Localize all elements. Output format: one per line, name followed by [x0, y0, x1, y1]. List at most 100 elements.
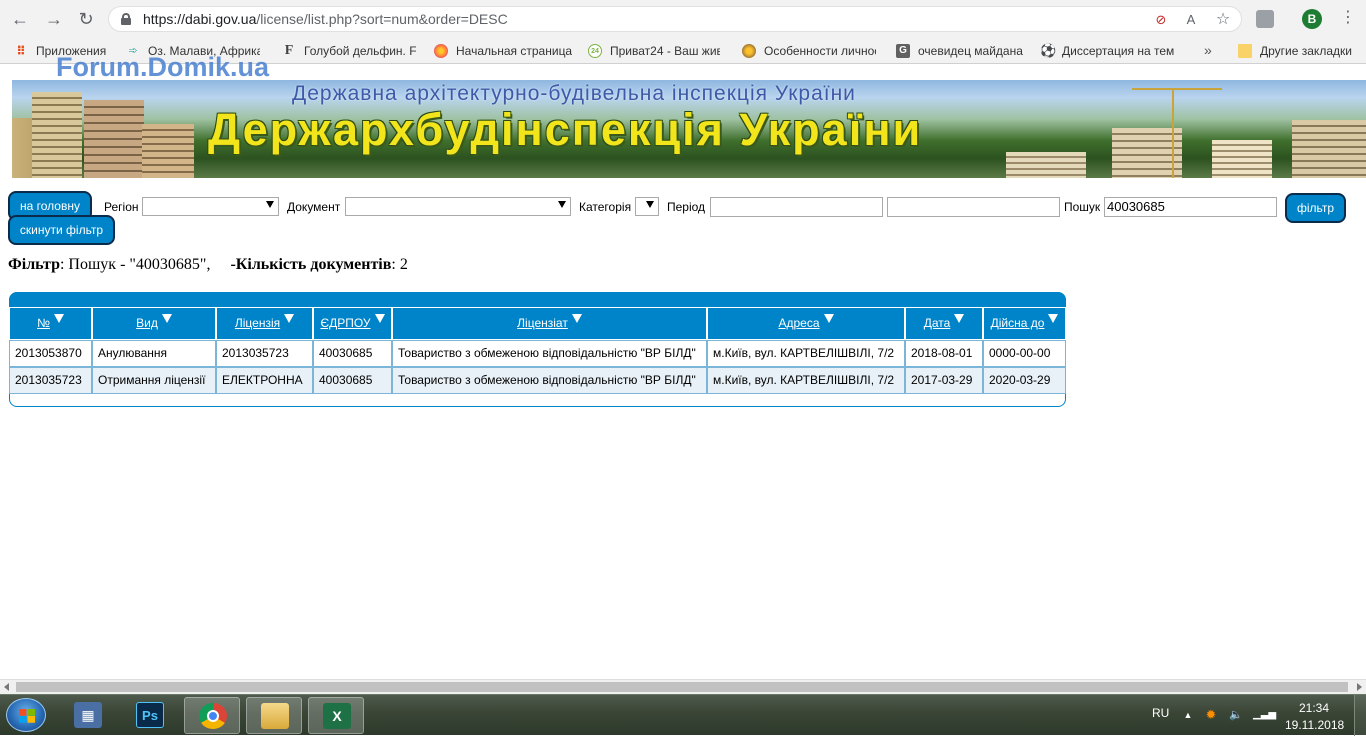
show-hidden-icons-icon[interactable]: ▲: [1181, 709, 1195, 721]
scroll-left-icon[interactable]: [4, 683, 9, 691]
table-cell: 40030685: [313, 367, 392, 394]
soccer-ball-icon: ⚽: [1040, 43, 1057, 58]
taskbar-app-excel[interactable]: X: [308, 697, 364, 734]
lock-icon[interactable]: [121, 13, 131, 25]
chrome-icon: [199, 703, 227, 729]
chevron-down-icon: [266, 201, 274, 208]
clock-time[interactable]: 21:34: [1299, 701, 1329, 715]
table-cell: ЕЛЕКТРОННА: [216, 367, 313, 394]
other-bookmarks[interactable]: Другие закладки: [1238, 43, 1352, 59]
sort-arrow-icon[interactable]: [53, 314, 64, 323]
g-letter-icon: G: [896, 44, 910, 58]
table-cell: 2017-03-29: [905, 367, 983, 394]
column-header-link[interactable]: Адреса: [778, 316, 819, 330]
calculator-icon: ▦: [74, 702, 102, 728]
taskbar-app-chrome[interactable]: [184, 697, 240, 734]
language-indicator[interactable]: RU: [1152, 706, 1169, 720]
column-header-link[interactable]: ЄДРПОУ: [320, 316, 370, 330]
banner-title: Держархбудінспекція України: [208, 104, 923, 155]
bookmark-label: Начальная страница: [456, 44, 573, 58]
extension-icon[interactable]: [1256, 10, 1274, 28]
scrollbar-thumb[interactable]: [16, 682, 1348, 692]
url-text[interactable]: https://dabi.gov.ua/license/list.php?sor…: [143, 11, 508, 27]
column-header-link[interactable]: Дата: [924, 316, 951, 330]
profile-avatar[interactable]: B: [1302, 9, 1322, 29]
translate-icon[interactable]: A: [1183, 12, 1199, 28]
sort-arrow-icon[interactable]: [823, 314, 834, 323]
column-header-link[interactable]: Ліцензіат: [517, 316, 568, 330]
column-header[interactable]: Вид: [92, 307, 216, 340]
bookmark-item[interactable]: 24 Приват24 - Ваш жив: [588, 43, 720, 59]
column-header[interactable]: Дата: [905, 307, 983, 340]
document-select[interactable]: [345, 197, 571, 216]
address-bar[interactable]: https://dabi.gov.ua/license/list.php?sor…: [108, 6, 1242, 32]
clock-date[interactable]: 19.11.2018: [1285, 718, 1344, 732]
region-select[interactable]: [142, 197, 279, 216]
column-header-link[interactable]: №: [37, 316, 50, 330]
table-cell: Товариство з обмеженою відповідальністю …: [392, 340, 707, 367]
bookmark-star-icon[interactable]: ☆: [1215, 12, 1231, 28]
bookmarks-overflow-icon[interactable]: »: [1204, 42, 1212, 58]
column-header-link[interactable]: Вид: [136, 316, 158, 330]
excel-icon: X: [323, 703, 351, 729]
horizontal-scrollbar[interactable]: [0, 679, 1366, 694]
search-input[interactable]: 40030685: [1104, 197, 1277, 217]
table-cell: Отримання ліцензії: [92, 367, 216, 394]
browser-menu-icon[interactable]: ⋮: [1340, 8, 1356, 28]
category-label: Категорія: [579, 200, 632, 214]
bookmark-item[interactable]: Особенности личнос: [742, 43, 876, 59]
column-header-link[interactable]: Дійсна до: [991, 316, 1045, 330]
start-button[interactable]: [6, 698, 46, 732]
banner-subtitle: Державна архітектурно-будівельна інспекц…: [292, 82, 856, 105]
sort-arrow-icon[interactable]: [954, 314, 965, 323]
bookmark-item[interactable]: Начальная страница: [434, 43, 572, 59]
table-cell: 40030685: [313, 340, 392, 367]
taskbar-app-explorer[interactable]: [246, 697, 302, 734]
column-header[interactable]: Дійсна до: [983, 307, 1066, 340]
firefox-icon: [434, 44, 448, 58]
table-cell: м.Київ, вул. КАРТВЕЛІШВІЛІ, 7/2: [707, 367, 905, 394]
emblem-icon: [742, 44, 756, 58]
bookmark-item[interactable]: F Голубой дельфин. Fi: [282, 43, 416, 59]
bookmark-item[interactable]: G очевидец майдана: [896, 43, 1023, 59]
table-cell: 2013053870: [9, 340, 92, 367]
sort-arrow-icon[interactable]: [284, 314, 295, 323]
sort-arrow-icon[interactable]: [374, 314, 385, 323]
avast-icon[interactable]: ✹: [1204, 708, 1218, 721]
period-label: Період: [667, 200, 706, 214]
table-cell: м.Київ, вул. КАРТВЕЛІШВІЛІ, 7/2: [707, 340, 905, 367]
bookmark-item[interactable]: ⚽ Диссертация на тем: [1040, 43, 1174, 59]
back-arrow-icon[interactable]: ←: [10, 9, 30, 29]
bookmark-label: Особенности личнос: [764, 44, 876, 58]
table-cell: Анулювання: [92, 340, 216, 367]
sort-arrow-icon[interactable]: [161, 314, 172, 323]
show-desktop-button[interactable]: [1354, 695, 1366, 736]
taskbar-app-photoshop[interactable]: Ps: [122, 697, 178, 734]
column-header[interactable]: Адреса: [707, 307, 905, 340]
column-header[interactable]: ЄДРПОУ: [313, 307, 392, 340]
privat24-icon: 24: [588, 44, 602, 58]
building-shape: [1006, 152, 1086, 178]
column-header-link[interactable]: Ліцензія: [235, 316, 280, 330]
volume-icon[interactable]: 🔈: [1229, 709, 1243, 721]
scroll-right-icon[interactable]: [1357, 683, 1362, 691]
column-header[interactable]: Ліцензія: [216, 307, 313, 340]
column-header[interactable]: Ліцензіат: [392, 307, 707, 340]
category-select[interactable]: [635, 197, 659, 216]
sort-arrow-icon[interactable]: [571, 314, 582, 323]
sort-arrow-icon[interactable]: [1048, 314, 1059, 323]
column-header[interactable]: №: [9, 307, 92, 340]
filter-button[interactable]: фільтр: [1285, 193, 1346, 223]
blocked-popup-icon[interactable]: ⊘: [1153, 12, 1169, 28]
reset-filter-button[interactable]: скинути фільтр: [8, 215, 115, 245]
crane-shape: [1172, 88, 1174, 178]
url-path: /license/list.php?sort=num&order=DESC: [256, 11, 508, 27]
taskbar-app-calculator[interactable]: ▦: [60, 697, 116, 734]
bookmark-label: Голубой дельфин. Fi: [304, 44, 416, 58]
period-to-input[interactable]: [887, 197, 1060, 217]
forward-arrow-icon[interactable]: →: [44, 9, 64, 29]
network-signal-icon[interactable]: ▁▃▅: [1253, 709, 1276, 721]
document-count-label: -Кількість документів: [230, 256, 392, 273]
reload-icon[interactable]: ↻: [76, 9, 96, 29]
period-from-input[interactable]: [710, 197, 883, 217]
